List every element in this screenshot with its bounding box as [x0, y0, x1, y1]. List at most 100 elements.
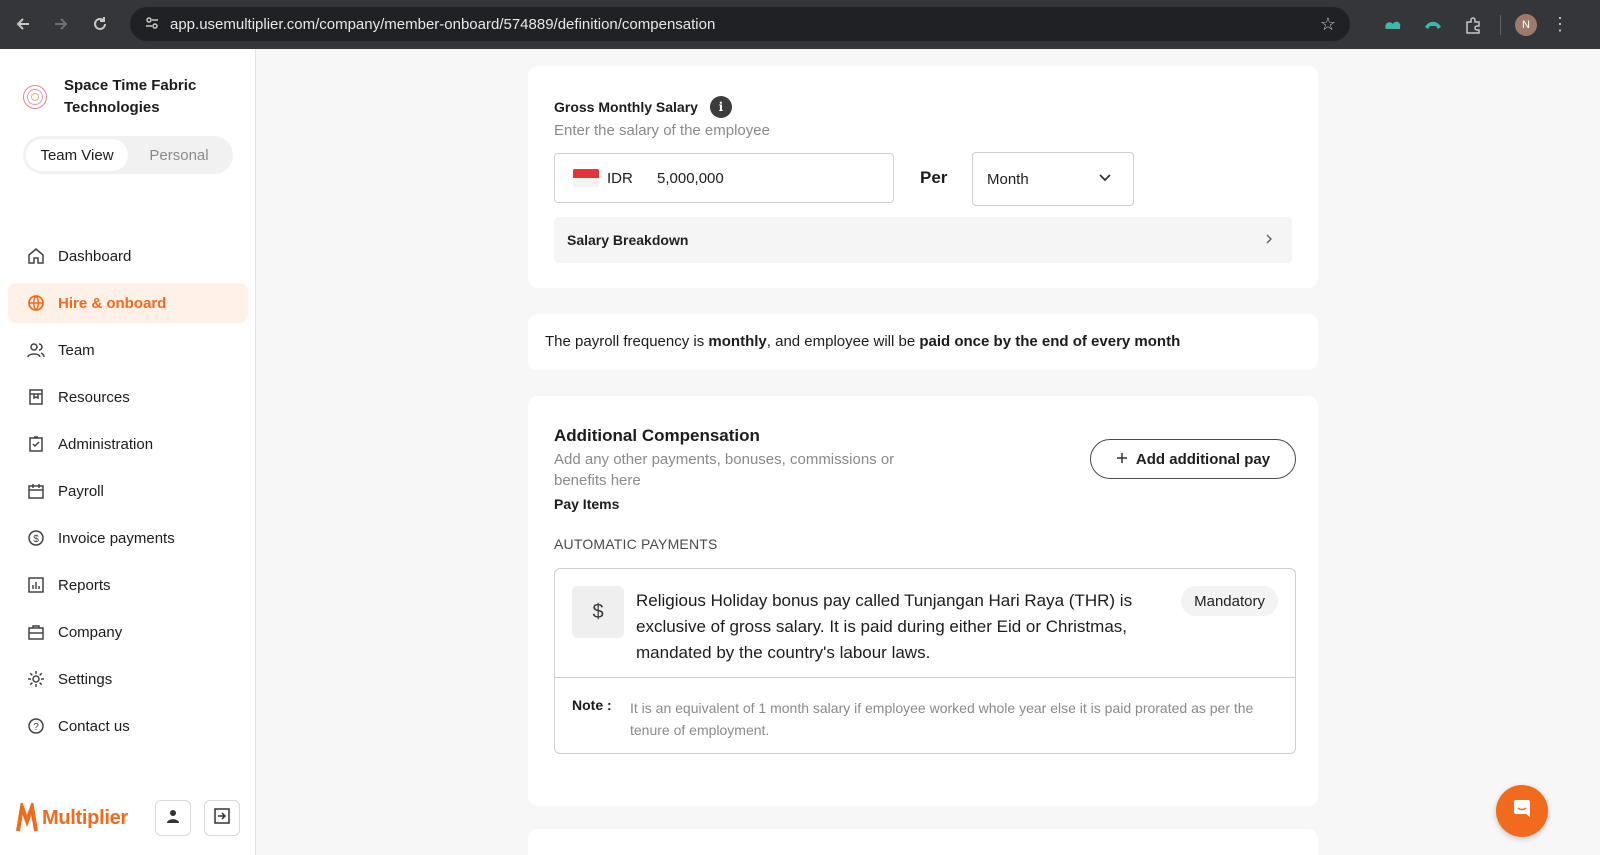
company-header[interactable]: Space Time Fabric Technologies	[20, 75, 224, 119]
main-content: Gross Monthly Salary i Enter the salary …	[256, 49, 1600, 855]
payroll-frequency-text: The payroll frequency is monthly, and em…	[545, 333, 1181, 350]
add-additional-pay-label: Add additional pay	[1135, 450, 1271, 468]
mandatory-badge: Mandatory	[1181, 586, 1278, 616]
team-view-toggle[interactable]: Team View	[26, 139, 128, 171]
help-circle-icon: ?	[26, 716, 46, 736]
sidebar-item-label: Payroll	[58, 482, 104, 500]
plus-icon	[1116, 451, 1128, 468]
additional-compensation-card: Additional Compensation Add any other pa…	[528, 396, 1318, 806]
back-icon[interactable]	[4, 5, 42, 43]
additional-compensation-title: Additional Compensation	[554, 426, 760, 445]
pay-item-note: Note : It is an equivalent of 1 month sa…	[555, 677, 1295, 753]
info-icon[interactable]: i	[709, 96, 732, 118]
extensions-puzzle-icon[interactable]	[1460, 12, 1486, 38]
checklist-icon	[26, 434, 46, 454]
personal-view-toggle[interactable]: Personal	[128, 139, 230, 171]
url-text: app.usemultiplier.com/company/member-onb…	[170, 15, 716, 33]
salary-card: Gross Monthly Salary i Enter the salary …	[528, 66, 1318, 288]
globe-icon	[26, 293, 46, 313]
sidebar-item-hire-onboard[interactable]: Hire & onboard	[8, 283, 248, 323]
payroll-schedule-value: paid once by the end of every month	[919, 333, 1181, 350]
sidebar-item-contact-us[interactable]: ? Contact us	[8, 706, 248, 746]
sidebar-item-settings[interactable]: Settings	[8, 659, 248, 699]
gear-icon	[26, 669, 46, 689]
sidebar-item-invoice-payments[interactable]: $ Invoice payments	[8, 518, 248, 558]
salary-amount-field[interactable]: IDR 5,000,000	[554, 153, 894, 203]
salary-breakdown-row[interactable]: Salary Breakdown	[554, 217, 1292, 263]
automatic-payments-label: AUTOMATIC PAYMENTS	[554, 536, 718, 552]
sidebar: Space Time Fabric Technologies Team View…	[0, 49, 256, 855]
logout-icon	[213, 807, 231, 830]
chevron-down-icon	[1097, 169, 1113, 189]
sidebar-item-label: Reports	[58, 576, 111, 594]
dollar-icon: $	[572, 586, 624, 638]
add-additional-pay-button[interactable]: Add additional pay	[1090, 439, 1296, 479]
reload-icon[interactable]	[81, 5, 119, 43]
toolbar-divider	[1500, 14, 1501, 35]
currency-code[interactable]: IDR	[607, 170, 657, 187]
view-toggle: Team View Personal	[23, 136, 233, 174]
additional-compensation-subtitle: Add any other payments, bonuses, commiss…	[554, 451, 895, 489]
extension-phone-icon[interactable]	[1420, 12, 1446, 38]
payroll-frequency-card: The payroll frequency is monthly, and em…	[528, 314, 1318, 370]
multiplier-logo[interactable]: Multiplier	[16, 803, 128, 833]
sidebar-item-label: Administration	[58, 435, 154, 453]
sidebar-item-dashboard[interactable]: Dashboard	[8, 236, 248, 276]
forward-icon[interactable]	[42, 5, 80, 43]
chat-support-button[interactable]	[1496, 785, 1548, 837]
sidebar-nav: Dashboard Hire & onboard Team Resources …	[8, 236, 248, 753]
extension-cloud-icon[interactable]	[1380, 12, 1406, 38]
sidebar-item-reports[interactable]: Reports	[8, 565, 248, 605]
address-bar[interactable]: app.usemultiplier.com/company/member-onb…	[130, 7, 1350, 41]
sidebar-item-label: Settings	[58, 670, 113, 688]
sidebar-item-label: Contact us	[58, 717, 130, 735]
pay-period-value: Month	[987, 170, 1029, 188]
brand-name: Multiplier	[42, 806, 128, 829]
sidebar-item-label: Resources	[58, 388, 130, 406]
note-text: It is an equivalent of 1 month salary if…	[630, 700, 1254, 738]
next-section-card	[528, 829, 1318, 855]
sidebar-item-team[interactable]: Team	[8, 330, 248, 370]
sidebar-item-payroll[interactable]: Payroll	[8, 471, 248, 511]
pay-period-select[interactable]: Month	[972, 152, 1134, 206]
browser-toolbar: app.usemultiplier.com/company/member-onb…	[0, 0, 1600, 49]
pay-items-label: Pay Items	[554, 496, 620, 512]
svg-text:$: $	[33, 534, 39, 545]
profile-avatar[interactable]: N	[1515, 13, 1537, 36]
site-settings-icon[interactable]	[136, 15, 168, 34]
indonesia-flag-icon	[573, 169, 599, 187]
company-name: Space Time Fabric Technologies	[64, 77, 197, 116]
sidebar-item-resources[interactable]: Resources	[8, 377, 248, 417]
salary-amount-value[interactable]: 5,000,000	[657, 170, 724, 187]
briefcase-icon	[26, 622, 46, 642]
calendar-icon	[26, 481, 46, 501]
svg-text:?: ?	[33, 722, 39, 733]
pay-item-thr: $ Religious Holiday bonus pay called Tun…	[554, 568, 1296, 754]
per-label: Per	[920, 168, 948, 187]
salary-label: Gross Monthly Salary	[554, 99, 698, 115]
salary-subtitle: Enter the salary of the employee	[554, 122, 770, 139]
browser-menu-icon[interactable]: ⋮	[1551, 14, 1569, 35]
people-icon	[26, 340, 46, 360]
sidebar-footer: Multiplier	[0, 781, 255, 855]
sidebar-item-label: Invoice payments	[58, 529, 175, 547]
profile-button[interactable]	[155, 800, 191, 836]
chevron-right-icon	[1262, 232, 1276, 249]
payroll-frequency-value: monthly	[708, 333, 767, 350]
user-icon	[165, 808, 181, 829]
salary-breakdown-label: Salary Breakdown	[567, 232, 689, 248]
note-label: Note :	[572, 697, 612, 713]
dollar-circle-icon: $	[26, 528, 46, 548]
bookmark-star-icon[interactable]: ☆	[1320, 14, 1336, 35]
sidebar-item-administration[interactable]: Administration	[8, 424, 248, 464]
sidebar-item-label: Hire & onboard	[58, 294, 167, 312]
sidebar-item-label: Team	[58, 341, 95, 359]
sidebar-item-company[interactable]: Company	[8, 612, 248, 652]
pay-item-description: Religious Holiday bonus pay called Tunja…	[636, 591, 1133, 662]
report-chart-icon	[26, 575, 46, 595]
company-logo	[20, 82, 50, 112]
sidebar-item-label: Dashboard	[58, 247, 132, 265]
home-icon	[26, 246, 46, 266]
chat-icon	[1510, 797, 1534, 826]
logout-button[interactable]	[204, 800, 240, 836]
